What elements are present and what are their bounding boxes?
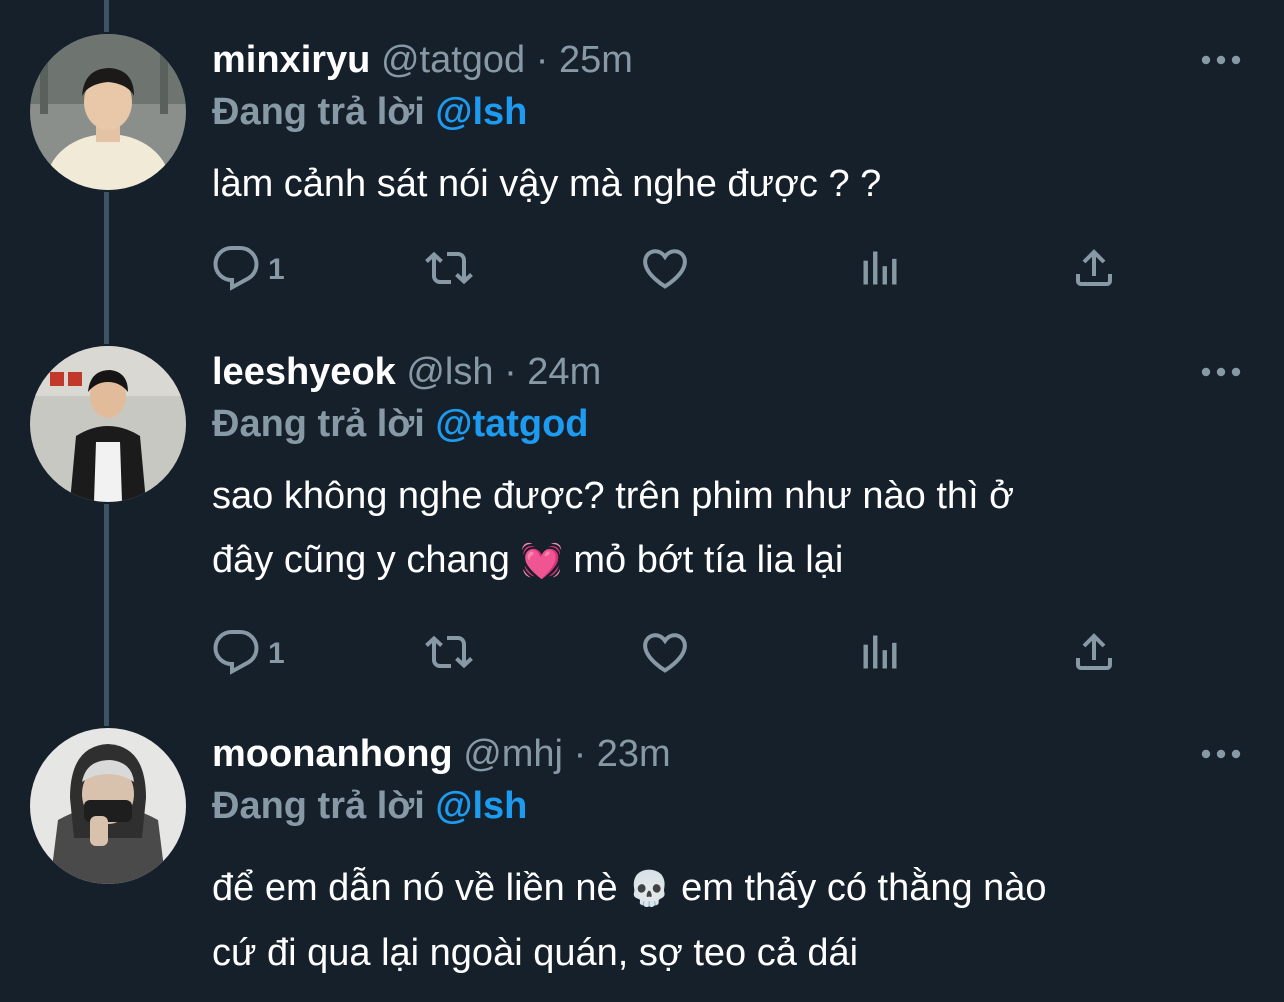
handle[interactable]: @tatgod (381, 39, 525, 81)
mention-link[interactable]: @lsh (435, 91, 527, 133)
retweet-icon (424, 628, 474, 681)
separator: · (535, 39, 549, 81)
retweet-button[interactable] (424, 240, 474, 300)
share-button[interactable] (1070, 240, 1118, 300)
timestamp[interactable]: 23m (597, 733, 671, 775)
analytics-icon (858, 244, 902, 297)
reply-button[interactable]: 1 (212, 240, 285, 300)
analytics-button[interactable] (858, 624, 902, 684)
reply-icon (212, 628, 260, 681)
share-icon (1070, 244, 1118, 297)
timestamp[interactable]: 25m (559, 39, 633, 81)
separator: · (504, 351, 517, 393)
display-name[interactable]: moonanhong (212, 733, 453, 775)
reply-icon (212, 244, 260, 297)
timestamp[interactable]: 24m (527, 351, 601, 393)
more-icon[interactable] (1198, 48, 1244, 72)
tweet-2[interactable]: leeshyeok @lsh · 24m Đang trả lời @tatgo… (0, 346, 1284, 706)
text-segment: mỏ bớt tía lia lại (573, 539, 844, 581)
analytics-icon (858, 628, 902, 681)
heart-icon (640, 628, 690, 681)
tweet-text: làm cảnh sát nói vậy mà nghe được ? ? (212, 152, 1222, 216)
replying-label: Đang trả lời (212, 785, 425, 827)
separator: · (573, 733, 587, 775)
display-name[interactable]: minxiryu (212, 39, 370, 81)
action-bar: 1 (212, 624, 1132, 684)
replying-to: Đang trả lời @lsh (212, 782, 527, 830)
thread-line-top (104, 0, 109, 32)
like-button[interactable] (640, 240, 690, 300)
replying-to: Đang trả lời @lsh (212, 88, 527, 136)
mention-link[interactable]: @tatgod (435, 403, 588, 445)
handle[interactable]: @mhj (463, 733, 563, 775)
reply-button[interactable]: 1 (212, 624, 285, 684)
share-icon (1070, 628, 1118, 681)
tweet-header: moonanhong @mhj · 23m (212, 730, 671, 778)
share-button[interactable] (1070, 624, 1118, 684)
tweet-text: sao không nghe được? trên phim như nào t… (212, 464, 1222, 593)
tweet-1[interactable]: minxiryu @tatgod · 25m Đang trả lời @lsh… (0, 34, 1284, 334)
tweet-text-line: sao không nghe được? trên phim như nào t… (212, 475, 1015, 517)
tweet-text: để em dẫn nó về liền nè 💀 em thấy có thằ… (212, 856, 1222, 985)
like-button[interactable] (640, 624, 690, 684)
mention-link[interactable]: @lsh (435, 785, 527, 827)
reply-thread: minxiryu @tatgod · 25m Đang trả lời @lsh… (0, 0, 1284, 1002)
more-icon[interactable] (1198, 742, 1244, 766)
tweet-3[interactable]: moonanhong @mhj · 23m Đang trả lời @lsh … (0, 728, 1284, 1002)
tweet-header: leeshyeok @lsh · 24m (212, 348, 601, 396)
heart-emoji: 💓 (520, 542, 563, 580)
replying-to: Đang trả lời @tatgod (212, 400, 589, 448)
skull-emoji: 💀 (628, 870, 671, 908)
text-segment: em thấy có thằng nào (681, 867, 1047, 909)
avatar[interactable] (30, 34, 186, 190)
reply-count: 1 (268, 637, 285, 670)
analytics-button[interactable] (858, 240, 902, 300)
replying-label: Đang trả lời (212, 91, 425, 133)
tweet-text-line: làm cảnh sát nói vậy mà nghe được ? ? (212, 163, 882, 205)
text-segment: để em dẫn nó về liền nè (212, 867, 618, 909)
handle[interactable]: @lsh (406, 351, 493, 393)
display-name[interactable]: leeshyeok (212, 351, 396, 393)
reply-count: 1 (268, 253, 285, 286)
tweet-text-line: cứ đi qua lại ngoài quán, sợ teo cả dái (212, 932, 859, 974)
more-icon[interactable] (1198, 360, 1244, 384)
retweet-button[interactable] (424, 624, 474, 684)
tweet-header: minxiryu @tatgod · 25m (212, 36, 633, 84)
avatar[interactable] (30, 346, 186, 502)
tweet-text-line: để em dẫn nó về liền nè 💀 em thấy có thằ… (212, 856, 1222, 921)
tweet-text-line: đây cũng y chang 💓 mỏ bớt tía lia lại (212, 528, 1222, 593)
heart-icon (640, 244, 690, 297)
action-bar: 1 (212, 240, 1132, 300)
replying-label: Đang trả lời (212, 403, 425, 445)
retweet-icon (424, 244, 474, 297)
avatar[interactable] (30, 728, 186, 884)
text-segment: đây cũng y chang (212, 539, 510, 581)
